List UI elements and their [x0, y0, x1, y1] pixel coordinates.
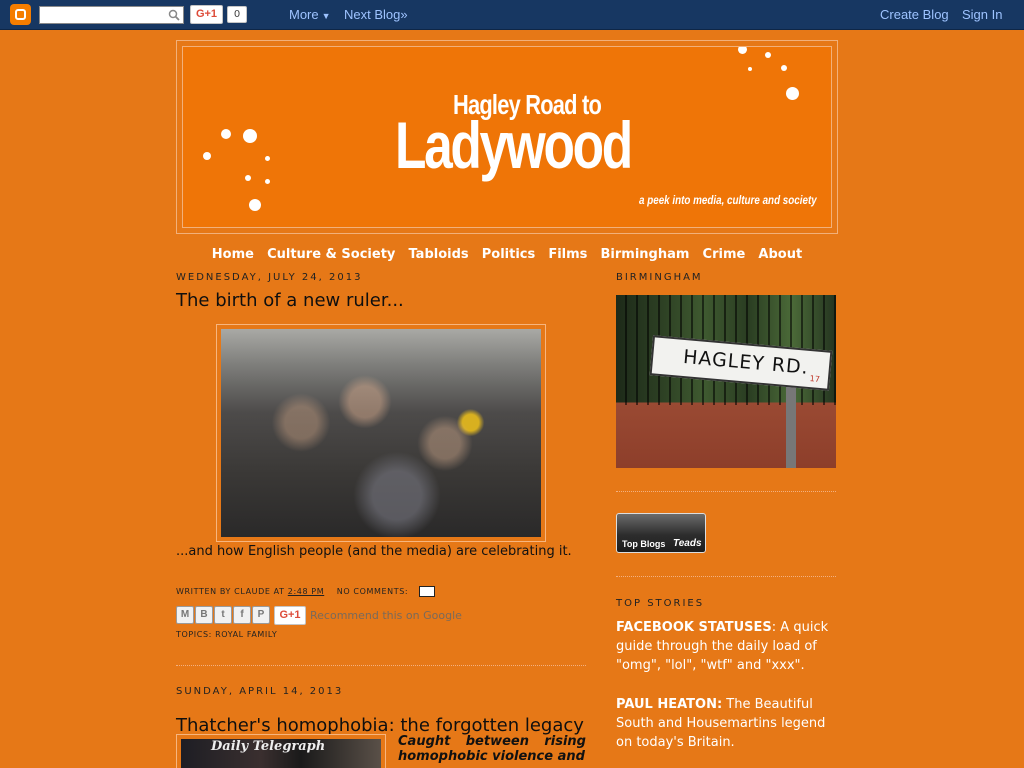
sidebar: Birmingham HAGLEY RD. 17 Top Blogs Teads…: [616, 272, 836, 750]
more-label: More: [289, 7, 319, 22]
blog-header: Hagley Road to Ladywood a peek into medi…: [176, 40, 838, 234]
street-sign-text: HAGLEY RD.: [682, 345, 810, 379]
zombie-crowd-photo: [221, 329, 541, 537]
top-blogs-label: Top Blogs: [622, 539, 666, 549]
header-banner[interactable]: Hagley Road to Ladywood a peek into medi…: [182, 46, 832, 228]
menu-item-about[interactable]: About: [758, 247, 802, 262]
splat-dot: [243, 129, 257, 143]
splat-dot: [265, 156, 270, 161]
post-title[interactable]: Thatcher's homophobia: the forgotten leg…: [176, 715, 584, 736]
main-menu: Home Culture & Society Tabloids Politics…: [176, 243, 838, 262]
post-title[interactable]: The birth of a new ruler...: [176, 290, 586, 311]
post-divider: [176, 665, 586, 666]
post-image[interactable]: Daily Telegraph: [176, 734, 386, 768]
blogthis-share-icon[interactable]: B: [195, 606, 213, 624]
caret-down-icon: ▼: [321, 11, 331, 21]
sign-in-link[interactable]: Sign In: [962, 7, 1002, 22]
more-menu[interactable]: More ▼: [289, 7, 331, 22]
sign-post: [786, 381, 796, 468]
top-blogs-badge[interactable]: Top Blogs Teads: [616, 513, 706, 553]
comments-link[interactable]: No comments:: [337, 587, 408, 596]
post-teaser: Caught between rising homophobic violenc…: [398, 734, 586, 764]
post-image[interactable]: [216, 324, 546, 542]
top-story: FACEBOOK STATUSES: A quick guide through…: [616, 618, 836, 675]
google-plus-count: 0: [227, 6, 247, 23]
blogger-navbar: G+1 0 More ▼ Next Blog» Create Blog Sign …: [0, 0, 1024, 30]
widget-title-birmingham: Birmingham: [616, 272, 703, 283]
menu-item-birmingham[interactable]: Birmingham: [601, 247, 690, 262]
newspaper-photo: Daily Telegraph: [181, 739, 381, 768]
splat-dot: [249, 199, 261, 211]
newspaper-masthead: Daily Telegraph: [211, 739, 326, 754]
twitter-share-icon[interactable]: t: [214, 606, 232, 624]
email-share-icon[interactable]: M: [176, 606, 194, 624]
post-author-link[interactable]: Claude: [234, 587, 270, 596]
next-blog-link[interactable]: Next Blog»: [344, 7, 408, 22]
splat-dot: [203, 152, 211, 160]
top-story: PAUL HEATON: The Beautiful South and Hou…: [616, 695, 836, 752]
story-headline-link[interactable]: PAUL HEATON:: [616, 697, 722, 712]
pinterest-share-icon[interactable]: P: [252, 606, 270, 624]
hagley-road-photo[interactable]: HAGLEY RD. 17: [616, 295, 836, 468]
post-date: Sunday, April 14, 2013: [176, 686, 344, 697]
post-time-link[interactable]: 2:48 PM: [288, 587, 324, 596]
blog-title[interactable]: Ladywood: [395, 107, 633, 183]
google-plus-one-button[interactable]: G+1: [190, 5, 223, 24]
street-sign-number: 17: [809, 374, 821, 384]
splat-dot: [245, 175, 251, 181]
blogger-logo-icon[interactable]: [10, 4, 31, 25]
menu-item-crime[interactable]: Crime: [703, 247, 746, 262]
recommend-text: Recommend this on Google: [310, 609, 462, 622]
main-column: Wednesday, July 24, 2013 The birth of a …: [176, 272, 586, 768]
facebook-share-icon[interactable]: f: [233, 606, 251, 624]
create-blog-link[interactable]: Create Blog: [880, 7, 949, 22]
sidebar-divider: [616, 576, 836, 577]
story-headline-link[interactable]: FACEBOOK STATUSES: [616, 620, 772, 635]
written-by-label: Written by: [176, 587, 231, 596]
menu-item-politics[interactable]: Politics: [482, 247, 536, 262]
search-box: [39, 6, 184, 24]
menu-item-culture-society[interactable]: Culture & Society: [267, 247, 395, 262]
email-post-icon[interactable]: [419, 586, 436, 597]
splat-dot: [265, 179, 270, 184]
post-date: Wednesday, July 24, 2013: [176, 272, 363, 283]
splat-dot: [765, 52, 771, 58]
post-topics: Topics: Royal Family: [176, 630, 277, 639]
splat-dot: [221, 129, 231, 139]
post-footer: Written by Claude at 2:48 PM No comments…: [176, 586, 436, 597]
splat-dot: [748, 67, 752, 71]
menu-item-films[interactable]: Films: [548, 247, 587, 262]
menu-item-home[interactable]: Home: [212, 247, 254, 262]
sidebar-divider: [616, 491, 836, 492]
splat-dot: [781, 65, 787, 71]
splat-dot: [786, 87, 799, 100]
at-label: at: [273, 587, 285, 596]
post-body: ...and how English people (and the media…: [176, 544, 572, 559]
search-icon[interactable]: [168, 9, 180, 21]
teads-label: Teads: [673, 538, 702, 549]
menu-item-tabloids[interactable]: Tabloids: [408, 247, 468, 262]
widget-title-top-stories: Top Stories: [616, 598, 705, 609]
search-input[interactable]: [40, 7, 163, 23]
topics-label: Topics:: [176, 630, 212, 639]
splat-dot: [738, 47, 747, 54]
blog-tagline: a peek into media, culture and society: [639, 193, 817, 207]
google-plus-share-button[interactable]: G+1: [274, 606, 306, 625]
topic-link[interactable]: Royal Family: [215, 630, 277, 639]
